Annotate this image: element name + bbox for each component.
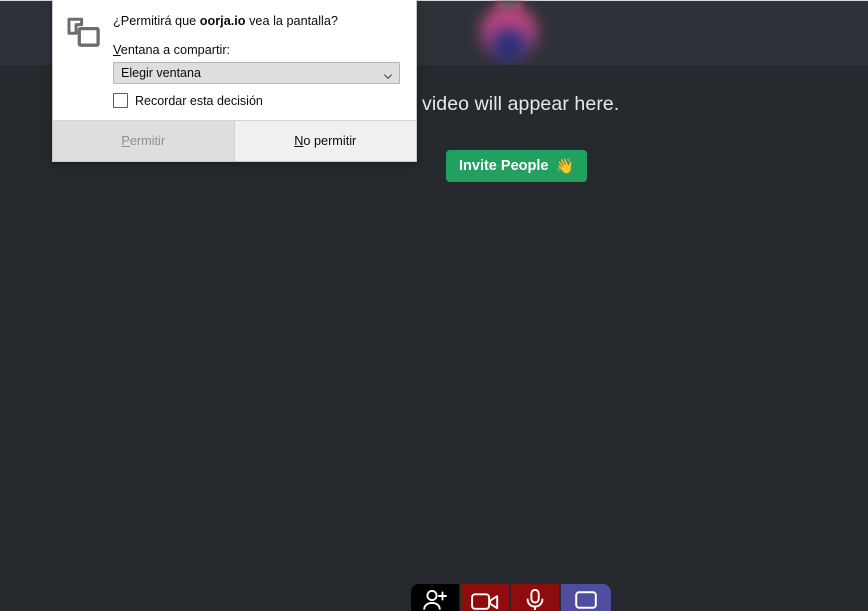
window-select-value: Elegir ventana (121, 66, 201, 80)
dialog-content: ¿Permitirá que oorja.io vea la pantalla?… (103, 13, 400, 108)
add-person-icon (422, 588, 448, 611)
invite-people-button[interactable]: Invite People 👋 (446, 150, 588, 182)
remember-decision-checkbox[interactable] (113, 93, 128, 108)
dialog-button-row: Permitir No permitir (53, 120, 416, 161)
allow-accesskey: P (121, 134, 130, 148)
window-select-dropdown[interactable]: Elegir ventana (113, 62, 400, 84)
remember-decision-row[interactable]: Recordar esta decisión (113, 93, 400, 108)
microphone-toggle-button[interactable] (511, 584, 559, 611)
deny-button[interactable]: No permitir (234, 121, 416, 161)
add-person-button[interactable] (411, 584, 459, 611)
screen-share-button[interactable] (561, 584, 611, 611)
window-select-label-text: entana a compartir: (120, 43, 231, 57)
requesting-origin: oorja.io (199, 14, 246, 28)
microphone-off-icon (525, 589, 545, 611)
camera-toggle-button[interactable] (461, 584, 509, 611)
invite-people-label: Invite People (459, 158, 549, 174)
screen-share-icon (67, 13, 103, 108)
permission-question: ¿Permitirá que oorja.io vea la pantalla? (113, 13, 400, 29)
deny-accesskey: N (294, 134, 304, 148)
video-camera-off-icon (471, 590, 499, 611)
chevron-down-icon (384, 70, 392, 79)
window-select-label-accesskey: V (113, 43, 121, 57)
screen-share-icon (572, 590, 600, 611)
window-select-label: Ventana a compartir: (113, 43, 400, 57)
remember-decision-label: Recordar esta decisión (135, 93, 263, 108)
call-controls-bar (411, 584, 611, 611)
deny-label: o permitir (303, 134, 357, 148)
question-suffix: vea la pantalla? (245, 14, 338, 28)
question-prefix: ¿Permitirá que (113, 14, 200, 28)
waving-hand-icon: 👋 (555, 158, 575, 175)
dialog-body: ¿Permitirá que oorja.io vea la pantalla?… (53, 0, 416, 120)
avatar (480, 4, 538, 62)
screen-share-permission-dialog: ¿Permitirá que oorja.io vea la pantalla?… (52, 0, 417, 162)
allow-label: ermitir (129, 134, 166, 148)
allow-button[interactable]: Permitir (53, 121, 235, 161)
